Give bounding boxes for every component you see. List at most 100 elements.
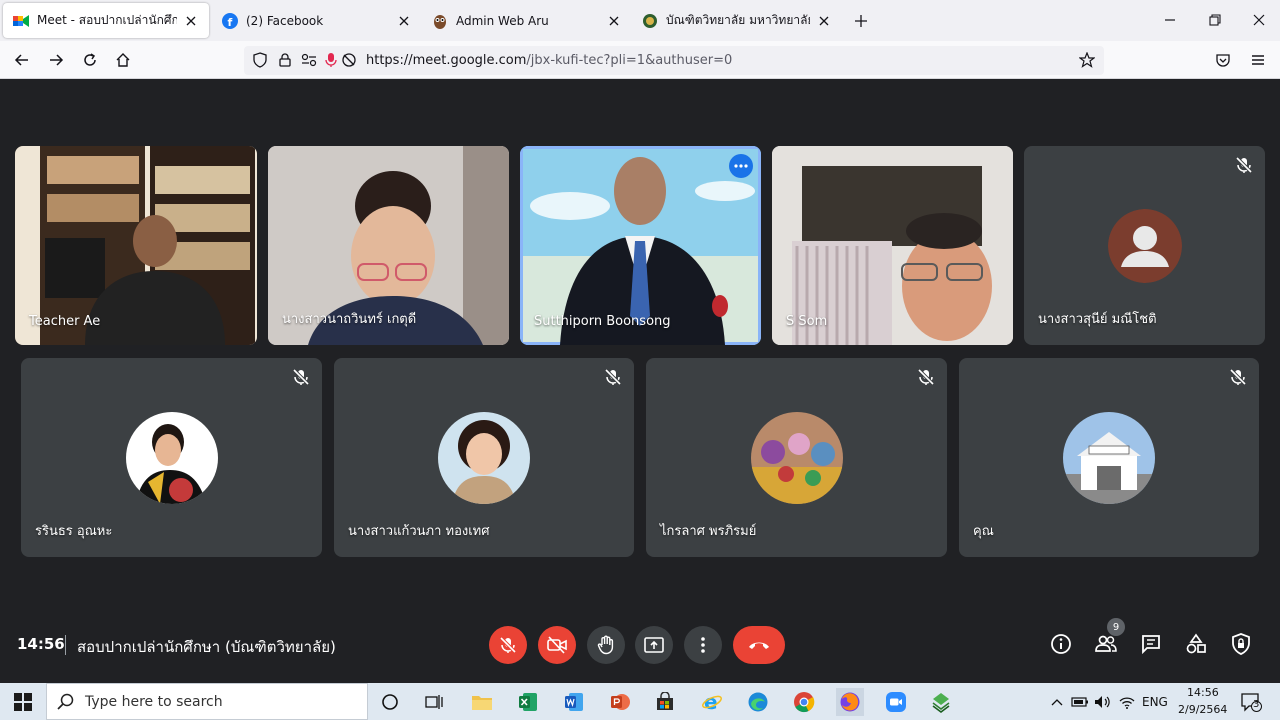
excel-icon[interactable]: [514, 688, 542, 716]
chevron-up-icon[interactable]: [1048, 693, 1066, 711]
facebook-icon: f: [222, 12, 238, 29]
address-bar[interactable]: https://meet.google.com/jbx-kufi-tec?pli…: [244, 46, 1104, 75]
back-icon[interactable]: [13, 51, 31, 69]
reload-icon[interactable]: [81, 51, 99, 69]
powerpoint-icon[interactable]: [606, 688, 634, 716]
word-icon[interactable]: [560, 688, 588, 716]
new-tab-icon[interactable]: [852, 12, 870, 30]
microphone-icon[interactable]: [323, 52, 339, 68]
microphone-toggle-button[interactable]: [489, 626, 527, 664]
taskbar-clock-date[interactable]: 2/9/2564: [1178, 703, 1227, 716]
close-tab-icon[interactable]: [816, 13, 832, 29]
participant-tile[interactable]: นางสาวสุนีย์ มณีโชติ: [1024, 146, 1265, 345]
present-screen-icon: [644, 637, 664, 653]
participant-tile[interactable]: Teacher Ae: [15, 146, 257, 345]
chat-icon: [1142, 635, 1160, 655]
participant-name: รรินธร อุณหะ: [35, 524, 113, 539]
avatar: [126, 412, 218, 504]
bookmark-star-icon[interactable]: [1079, 52, 1095, 68]
participant-tile[interactable]: คุณ: [959, 358, 1259, 557]
tab-label: Admin Web Aru: [456, 13, 549, 28]
home-icon[interactable]: [114, 51, 132, 69]
menu-icon[interactable]: [1249, 51, 1267, 69]
google-meet-icon: [13, 13, 29, 29]
close-tab-icon[interactable]: [606, 13, 622, 29]
wifi-icon[interactable]: [1118, 693, 1136, 711]
participant-tile[interactable]: นางสาวนาถวินทร์ เกตุดี: [268, 146, 509, 345]
raise-hand-button[interactable]: [587, 626, 625, 664]
battery-icon[interactable]: [1071, 693, 1089, 711]
meeting-clock: 14:56: [17, 635, 65, 653]
tab-meet[interactable]: Meet - สอบปากเปล่านักศึกษา (บัณ: [3, 3, 209, 38]
forward-icon[interactable]: [47, 51, 65, 69]
url-host: https://meet.google.com: [366, 53, 527, 68]
minimize-icon[interactable]: [1160, 10, 1180, 30]
chrome-icon[interactable]: [790, 688, 818, 716]
taskbar-search-placeholder: Type here to search: [85, 693, 223, 710]
camera-toggle-button[interactable]: [538, 626, 576, 664]
more-vertical-icon: [701, 637, 705, 653]
participant-tile[interactable]: รรินธร อุณหะ: [21, 358, 322, 557]
task-view-icon[interactable]: [420, 688, 448, 716]
windows-taskbar: Type here to search e ENG 14:56 2/9/2564…: [0, 683, 1280, 720]
tab-facebook[interactable]: f (2) Facebook: [212, 3, 422, 38]
divider: [65, 635, 66, 655]
taskbar-search-box[interactable]: Type here to search: [46, 683, 368, 720]
input-language[interactable]: ENG: [1142, 695, 1168, 709]
cortana-icon[interactable]: [376, 688, 404, 716]
edge-icon[interactable]: [744, 688, 772, 716]
internet-explorer-icon[interactable]: e: [698, 688, 726, 716]
svg-text:e: e: [704, 691, 718, 713]
notification-count: 3: [1253, 699, 1260, 710]
start-button[interactable]: [0, 683, 46, 720]
restore-icon[interactable]: [1205, 10, 1225, 30]
participant-count-badge: 9: [1107, 618, 1125, 636]
participant-tile-active[interactable]: Sutthiporn Boonsong: [520, 146, 761, 345]
firefox-icon[interactable]: [836, 688, 864, 716]
participant-tile[interactable]: ไกรลาศ พรภิรมย์: [646, 358, 947, 557]
present-screen-button[interactable]: [635, 626, 673, 664]
permissions-icon[interactable]: [301, 52, 317, 68]
lock-icon[interactable]: [277, 52, 293, 68]
more-options-button[interactable]: [684, 626, 722, 664]
chat-button[interactable]: [1138, 631, 1164, 657]
meet-stage: Teacher Ae นางสาวนาถวินทร์ เกตุดี Sutthi…: [0, 79, 1280, 683]
svg-text:f: f: [228, 16, 233, 29]
meeting-details-button[interactable]: [1048, 631, 1074, 657]
browser-tab-bar: Meet - สอบปากเปล่านักศึกษา (บัณ f (2) Fa…: [0, 0, 1280, 41]
close-window-icon[interactable]: [1249, 10, 1269, 30]
taskbar-clock-time[interactable]: 14:56: [1187, 686, 1219, 699]
hang-up-icon: [749, 642, 769, 649]
avatar: [1108, 209, 1182, 283]
participant-name: Teacher Ae: [29, 314, 101, 329]
participant-name: นางสาวสุนีย์ มณีโชติ: [1038, 312, 1157, 327]
leave-call-button[interactable]: [733, 626, 785, 664]
shield-icon[interactable]: [252, 52, 268, 68]
microphone-muted-icon: [1229, 368, 1247, 386]
shapes-icon: [1186, 633, 1206, 654]
camera-blocked-icon[interactable]: [341, 52, 357, 68]
participant-tile[interactable]: S Som: [772, 146, 1013, 345]
people-icon: [1095, 635, 1117, 652]
app-icon[interactable]: [927, 688, 955, 716]
activities-button[interactable]: [1183, 631, 1209, 657]
close-tab-icon[interactable]: [396, 13, 412, 29]
zoom-icon[interactable]: [882, 688, 910, 716]
microphone-off-icon: [499, 636, 517, 654]
store-icon[interactable]: [651, 688, 679, 716]
file-explorer-icon[interactable]: [468, 688, 496, 716]
close-tab-icon[interactable]: [183, 13, 199, 29]
tab-admin-web-aru[interactable]: Admin Web Aru: [422, 3, 632, 38]
volume-icon[interactable]: [1094, 693, 1112, 711]
url-path: /jbx-kufi-tec?pli=1&authuser=0: [526, 53, 733, 68]
participant-name: นางสาวนาถวินทร์ เกตุดี: [282, 312, 417, 327]
tab-label: Meet - สอบปากเปล่านักศึกษา (บัณ: [37, 13, 177, 27]
camera-off-icon: [547, 636, 567, 654]
host-controls-button[interactable]: [1228, 631, 1254, 657]
notifications-icon[interactable]: 3: [1240, 691, 1262, 713]
tab-graduate-school[interactable]: บัณฑิตวิทยาลัย มหาวิทยาลัยราช: [632, 3, 842, 38]
microphone-muted-icon: [292, 368, 310, 386]
more-options-icon[interactable]: [729, 154, 753, 178]
pocket-icon[interactable]: [1214, 51, 1232, 69]
participant-tile[interactable]: นางสาวแก้วนภา ทองเทศ: [334, 358, 634, 557]
